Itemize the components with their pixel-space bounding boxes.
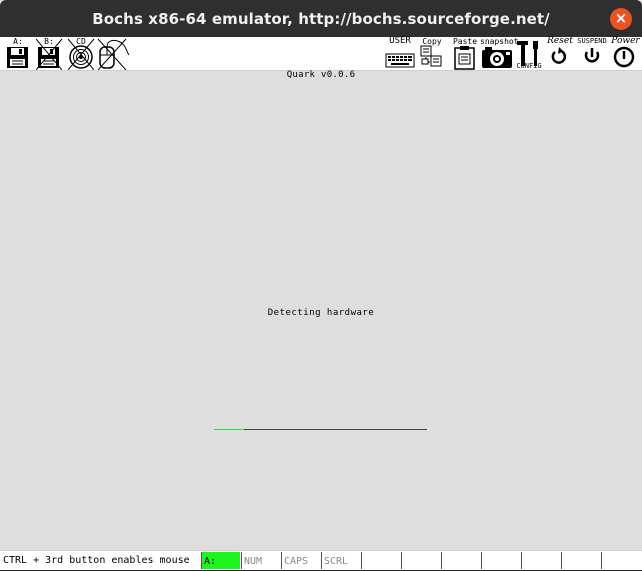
camera-icon xyxy=(482,47,512,68)
power-button[interactable]: Power xyxy=(609,37,642,70)
keyboard-icon xyxy=(385,53,415,68)
snapshot-button[interactable]: snapshot xyxy=(480,37,519,70)
status-message: Detecting hardware xyxy=(267,308,375,318)
indicator-slot xyxy=(561,552,600,569)
copy-icon xyxy=(420,45,442,67)
close-button[interactable]: × xyxy=(610,8,632,30)
floppy-a-button[interactable]: A: xyxy=(5,37,31,70)
indicator-num: NUM xyxy=(241,552,280,569)
floppy-disk-icon xyxy=(7,47,28,68)
reset-icon xyxy=(551,47,567,64)
title-bar[interactable]: Bochs x86-64 emulator, http://bochs.sour… xyxy=(0,0,642,37)
indicator-caps: CAPS xyxy=(281,552,320,569)
cdrom-icon xyxy=(68,38,94,70)
mouse-icon xyxy=(98,38,130,70)
window-title: Bochs x86-64 emulator, http://bochs.sour… xyxy=(92,10,550,28)
copy-button[interactable]: Copy xyxy=(418,37,446,70)
progress-bar-fill xyxy=(214,429,244,430)
reset-button[interactable]: Reset xyxy=(545,37,575,70)
suspend-icon xyxy=(584,48,600,63)
indicator-scrl: SCRL xyxy=(321,552,360,569)
os-version-text: Quark v0.0.6 xyxy=(286,70,356,80)
suspend-button[interactable]: SUSPEND xyxy=(576,37,608,70)
close-icon: × xyxy=(614,9,628,27)
indicator-slot xyxy=(521,552,560,569)
indicator-slot xyxy=(481,552,520,569)
config-button[interactable]: CONFIG xyxy=(514,37,544,70)
cdrom-button[interactable]: CD xyxy=(68,37,94,70)
paste-button[interactable]: Paste xyxy=(451,37,479,70)
progress-bar xyxy=(214,429,427,430)
status-bar-message: CTRL + 3rd button enables mouse xyxy=(3,555,190,566)
emulator-screen[interactable]: Quark v0.0.6 Detecting hardware xyxy=(0,70,642,550)
indicator-slot xyxy=(401,552,440,569)
mouse-button[interactable] xyxy=(98,37,130,70)
indicator-slot xyxy=(441,552,480,569)
indicator-slot xyxy=(361,552,400,569)
indicator-slot-end xyxy=(601,552,642,569)
indicator-floppy-a: A: xyxy=(201,552,240,569)
status-bar: CTRL + 3rd button enables mouse A: NUM C… xyxy=(0,550,642,570)
bochs-window: Bochs x86-64 emulator, http://bochs.sour… xyxy=(0,0,642,570)
floppy-b-button[interactable]: B: xyxy=(36,37,62,70)
floppy-disk-icon xyxy=(36,38,62,70)
clipboard-icon xyxy=(454,46,475,70)
power-icon xyxy=(613,46,635,68)
toolbar: A: B: CD USER Copy Paste snapshot CONFIG… xyxy=(0,37,642,71)
user-button[interactable]: USER xyxy=(384,37,416,70)
